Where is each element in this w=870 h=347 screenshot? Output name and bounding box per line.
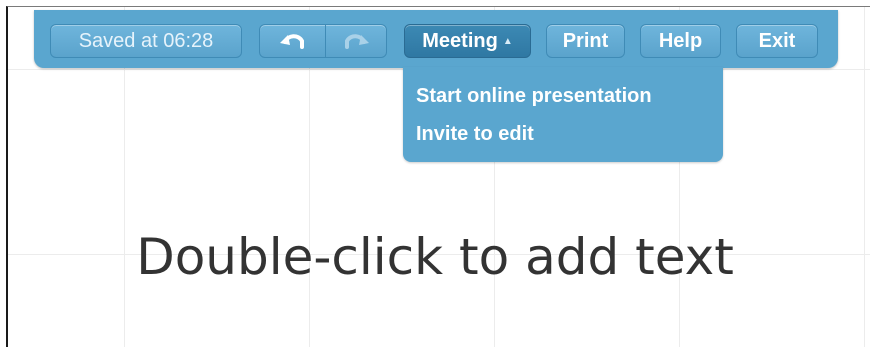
meeting-button[interactable]: Meeting ▲ [404, 24, 531, 58]
menu-item-invite-to-edit[interactable]: Invite to edit [416, 123, 534, 146]
redo-arrow-icon [342, 31, 370, 51]
undo-arrow-icon [279, 31, 307, 51]
caret-up-icon: ▲ [502, 35, 513, 47]
toolbar: Saved at 06:28 Meeting ▲ Print Help Exit [34, 10, 838, 68]
meeting-label: Meeting [422, 29, 498, 52]
redo-button[interactable] [325, 24, 387, 58]
menu-item-start-online-presentation[interactable]: Start online presentation [416, 85, 652, 108]
exit-button[interactable]: Exit [736, 24, 818, 58]
meeting-dropdown-menu: Start online presentation Invite to edit [403, 67, 723, 162]
saved-status: Saved at 06:28 [50, 24, 242, 58]
text-placeholder[interactable]: Double-click to add text [0, 228, 870, 286]
print-button[interactable]: Print [546, 24, 625, 58]
undo-button[interactable] [259, 24, 326, 58]
help-button[interactable]: Help [640, 24, 721, 58]
